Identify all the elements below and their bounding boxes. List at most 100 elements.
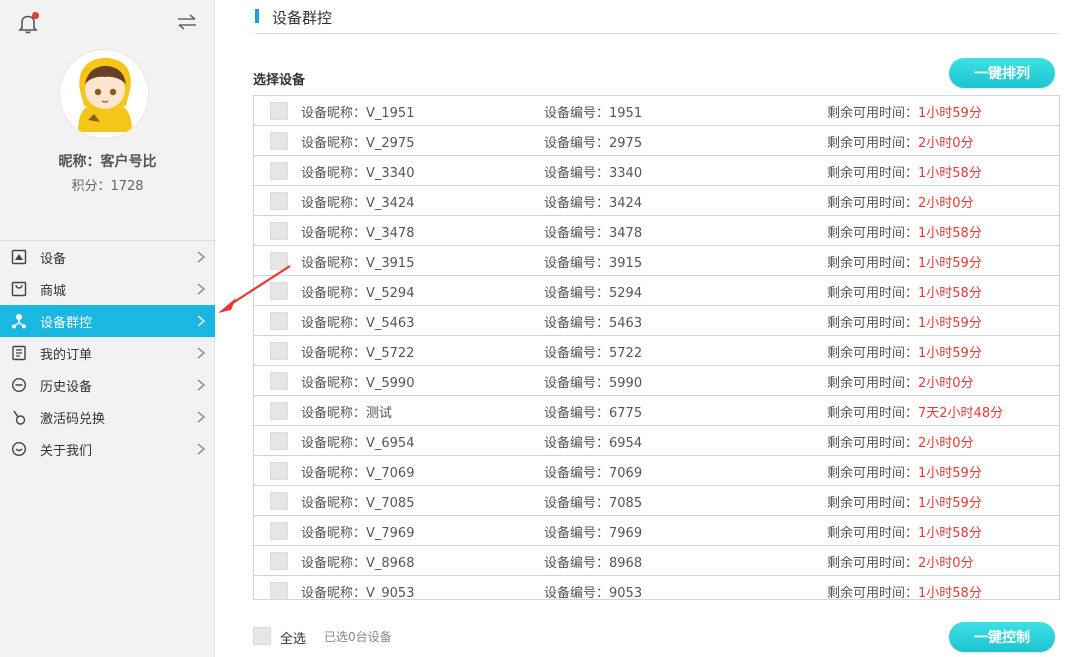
remaining-time-label: 剩余可用时间： [827, 496, 919, 511]
device-remaining-time: 剩余可用时间：1小时59分 [827, 252, 982, 271]
group-control-icon [11, 313, 27, 329]
device-row[interactable]: 设备昵称：V_9053 设备编号：9053 剩余可用时间：1小时58分 [254, 576, 1059, 599]
device-checkbox[interactable] [270, 252, 288, 270]
device-row[interactable]: 设备昵称：V_3340 设备编号：3340 剩余可用时间：1小时58分 [254, 156, 1059, 186]
remaining-time-value: 7天2小时48分 [918, 406, 1004, 421]
device-nickname: 设备昵称：V_3340 [301, 166, 415, 181]
remaining-time-label: 剩余可用时间： [827, 166, 919, 181]
sidebar-item-label: 设备 [40, 251, 67, 267]
device-nickname: 设备昵称：V_7069 [301, 466, 415, 481]
device-checkbox[interactable] [270, 282, 288, 300]
remaining-time-value: 2小时0分 [918, 376, 974, 391]
device-checkbox[interactable] [270, 372, 288, 390]
chevron-right-icon [196, 283, 206, 295]
device-checkbox[interactable] [270, 552, 288, 570]
device-list[interactable]: 设备昵称：V_1951 设备编号：1951 剩余可用时间：1小时59分 设备昵称：V_… [253, 95, 1060, 600]
device-row[interactable]: 设备昵称：V_5294 设备编号：5294 剩余可用时间：1小时58分 [254, 276, 1059, 306]
device-checkbox[interactable] [270, 192, 288, 210]
device-number: 设备编号：5722 [544, 346, 643, 361]
device-number: 设备编号：7969 [544, 526, 643, 541]
sidebar-item-label: 历史设备 [40, 379, 93, 395]
sidebar-item-group-control[interactable]: 设备群控 [0, 305, 215, 337]
device-row[interactable]: 设备昵称：V_6954 设备编号：6954 剩余可用时间：2小时0分 [254, 426, 1059, 456]
orders-icon [11, 345, 27, 361]
device-row[interactable]: 设备昵称：V_7969 设备编号：7969 剩余可用时间：1小时58分 [254, 516, 1059, 546]
device-row[interactable]: 设备昵称：V_5463 设备编号：5463 剩余可用时间：1小时59分 [254, 306, 1059, 336]
device-checkbox[interactable] [270, 582, 288, 599]
sidebar-item-device[interactable]: 设备 [0, 241, 215, 273]
device-row[interactable]: 设备昵称：V_7069 设备编号：7069 剩余可用时间：1小时59分 [254, 456, 1059, 486]
device-remaining-time: 剩余可用时间：1小时58分 [827, 522, 982, 541]
device-row[interactable]: 设备昵称：V_3915 设备编号：3915 剩余可用时间：1小时59分 [254, 246, 1059, 276]
device-remaining-time: 剩余可用时间：2小时0分 [827, 552, 974, 571]
nickname-label: 昵称：客户号比 [58, 154, 157, 170]
device-nickname: 设备昵称：V_3424 [301, 196, 415, 211]
remaining-time-label: 剩余可用时间： [827, 406, 919, 421]
remaining-time-value: 1小时59分 [918, 316, 982, 331]
device-remaining-time: 剩余可用时间：1小时59分 [827, 462, 982, 481]
sidebar-menu: 设备 商城 设备群控 我的订单 历史设备 激活码兑换 关于我们 [0, 240, 215, 465]
control-button[interactable]: 一键控制 [949, 622, 1055, 652]
sidebar-item-history[interactable]: 历史设备 [0, 369, 215, 401]
device-remaining-time: 剩余可用时间：1小时58分 [827, 222, 982, 241]
device-checkbox[interactable] [270, 312, 288, 330]
device-nickname: 设备昵称：V_2975 [301, 136, 415, 151]
device-nickname: 设备昵称：测试 [301, 406, 393, 421]
device-row[interactable]: 设备昵称：V_5990 设备编号：5990 剩余可用时间：2小时0分 [254, 366, 1059, 396]
remaining-time-label: 剩余可用时间： [827, 106, 919, 121]
device-number: 设备编号：5463 [544, 316, 643, 331]
device-nickname: 设备昵称：V_1951 [301, 106, 415, 121]
avatar[interactable] [59, 49, 149, 139]
remaining-time-value: 2小时0分 [918, 196, 974, 211]
device-checkbox[interactable] [270, 222, 288, 240]
device-checkbox[interactable] [270, 402, 288, 420]
sidebar-item-label: 激活码兑换 [40, 411, 106, 427]
device-nickname: 设备昵称：V_8968 [301, 556, 415, 571]
device-checkbox[interactable] [270, 342, 288, 360]
sidebar-item-mall[interactable]: 商城 [0, 273, 215, 305]
device-remaining-time: 剩余可用时间：2小时0分 [827, 132, 974, 151]
sidebar: 昵称：客户号比 积分：1728 设备 商城 设备群控 我的订单 历史设备 激活码… [0, 0, 215, 657]
remaining-time-value: 1小时59分 [918, 466, 982, 481]
device-row[interactable]: 设备昵称：V_7085 设备编号：7085 剩余可用时间：1小时59分 [254, 486, 1059, 516]
device-row[interactable]: 设备昵称：V_1951 设备编号：1951 剩余可用时间：1小时59分 [254, 96, 1059, 126]
device-checkbox[interactable] [270, 102, 288, 120]
mall-icon [11, 281, 27, 297]
remaining-time-label: 剩余可用时间： [827, 466, 919, 481]
device-checkbox[interactable] [270, 492, 288, 510]
sidebar-item-redeem[interactable]: 激活码兑换 [0, 401, 215, 433]
device-checkbox[interactable] [270, 132, 288, 150]
device-number: 设备编号：3340 [544, 166, 643, 181]
device-row[interactable]: 设备昵称：V_5722 设备编号：5722 剩余可用时间：1小时59分 [254, 336, 1059, 366]
device-row[interactable]: 设备昵称：V_3424 设备编号：3424 剩余可用时间：2小时0分 [254, 186, 1059, 216]
section-label: 选择设备 [253, 73, 306, 88]
remaining-time-value: 1小时58分 [918, 226, 982, 241]
bell-icon[interactable] [17, 12, 39, 34]
remaining-time-value: 2小时0分 [918, 556, 974, 571]
sidebar-item-orders[interactable]: 我的订单 [0, 337, 215, 369]
swap-arrows-icon[interactable] [176, 12, 198, 32]
select-all-label[interactable]: 全选 [280, 628, 306, 647]
arrange-button[interactable]: 一键排列 [949, 58, 1055, 88]
device-checkbox[interactable] [270, 162, 288, 180]
device-number: 设备编号：3915 [544, 256, 643, 271]
device-row[interactable]: 设备昵称：V_3478 设备编号：3478 剩余可用时间：1小时58分 [254, 216, 1059, 246]
selected-count-label: 已选0台设备 [324, 630, 392, 644]
remaining-time-label: 剩余可用时间： [827, 346, 919, 361]
device-row[interactable]: 设备昵称：V_2975 设备编号：2975 剩余可用时间：2小时0分 [254, 126, 1059, 156]
device-row[interactable]: 设备昵称：测试 设备编号：6775 剩余可用时间：7天2小时48分 [254, 396, 1059, 426]
app-window: 昵称：客户号比 积分：1728 设备 商城 设备群控 我的订单 历史设备 激活码… [0, 0, 1073, 657]
select-all-checkbox[interactable] [253, 627, 271, 645]
sidebar-item-about[interactable]: 关于我们 [0, 433, 215, 465]
device-number: 设备编号：6954 [544, 436, 643, 451]
remaining-time-label: 剩余可用时间： [827, 196, 919, 211]
device-checkbox[interactable] [270, 432, 288, 450]
device-row[interactable]: 设备昵称：V_8968 设备编号：8968 剩余可用时间：2小时0分 [254, 546, 1059, 576]
device-checkbox[interactable] [270, 462, 288, 480]
page-header: 设备群控 [255, 6, 1059, 34]
about-icon [11, 441, 27, 457]
device-checkbox[interactable] [270, 522, 288, 540]
device-remaining-time: 剩余可用时间：1小时58分 [827, 282, 982, 301]
main-panel: 设备群控 选择设备 一键排列 设备昵称：V_1951 设备编号：1951 剩余可用时… [216, 0, 1073, 657]
remaining-time-label: 剩余可用时间： [827, 436, 919, 451]
